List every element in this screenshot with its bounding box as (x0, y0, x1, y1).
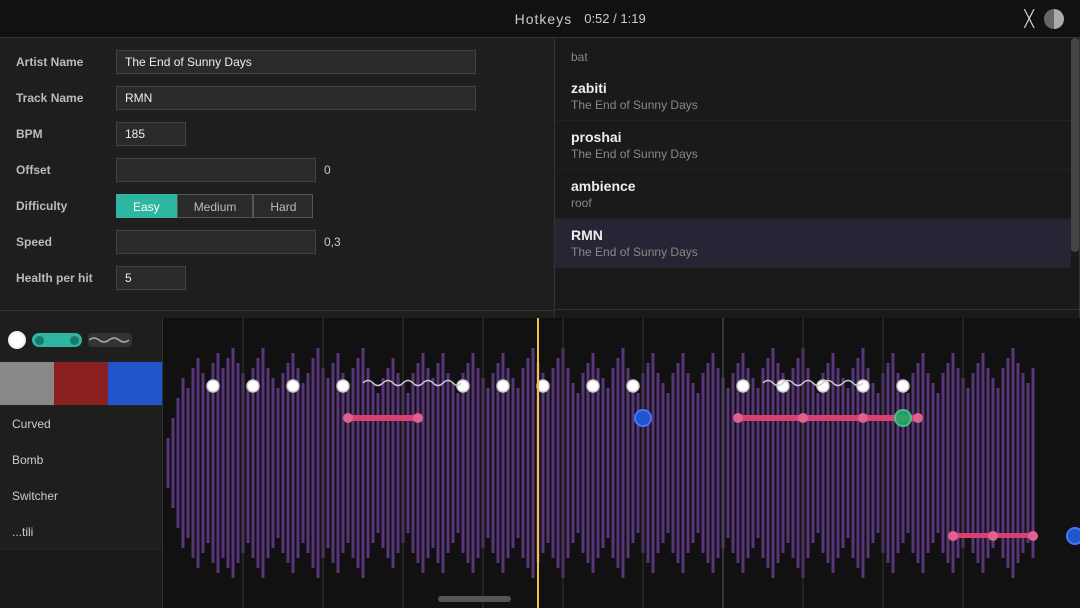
track-item-ambience[interactable]: ambience roof (555, 170, 1079, 219)
speed-input[interactable] (116, 230, 316, 254)
difficulty-hard-button[interactable]: Hard (253, 194, 313, 218)
track-artist-zabiti: The End of Sunny Days (571, 98, 1063, 112)
track-artist-ambience: roof (571, 196, 1063, 210)
editor-section: Curved Bomb Switcher ...tili // This is … (0, 318, 1080, 608)
track-list: bat zabiti The End of Sunny Days proshai… (555, 38, 1079, 309)
track-title-proshai: proshai (571, 129, 1063, 145)
right-panel: bat zabiti The End of Sunny Days proshai… (555, 38, 1080, 356)
track-item-rmn[interactable]: RMN The End of Sunny Days (555, 219, 1079, 268)
offset-value: 0 (324, 163, 331, 177)
offset-row: Offset 0 (16, 156, 538, 184)
fork-icon[interactable]: ╳ (1024, 9, 1034, 29)
color-blue-swatch[interactable] (108, 362, 162, 405)
artist-name-row: Artist Name (16, 48, 538, 76)
track-name-bat: bat (571, 50, 588, 64)
wave-note-icon[interactable] (88, 333, 132, 347)
top-bar-icons: ╳ (1024, 9, 1064, 29)
track-name-input[interactable] (116, 86, 476, 110)
half-circle-icon[interactable] (1044, 9, 1064, 29)
scrollbar-thumb (1071, 38, 1079, 252)
track-title-zabiti: zabiti (571, 80, 1063, 96)
bpm-input[interactable] (116, 122, 186, 146)
health-row: Health per hit (16, 264, 538, 292)
track-artist-proshai: The End of Sunny Days (571, 147, 1063, 161)
artist-name-input[interactable] (116, 50, 476, 74)
color-swatches-row (0, 362, 162, 406)
hold-note-icon[interactable] (32, 333, 82, 347)
waveform-area[interactable]: // This is inline, won't execute in SVG … (163, 318, 1080, 608)
waveform-svg: // This is inline, won't execute in SVG … (163, 318, 1080, 608)
editor-sidebar: Curved Bomb Switcher ...tili (0, 318, 163, 608)
health-input[interactable] (116, 266, 186, 290)
note-icons-row (0, 318, 162, 362)
track-name-label: Track Name (16, 91, 116, 105)
track-item-zabiti[interactable]: zabiti The End of Sunny Days (555, 72, 1079, 121)
difficulty-group: Easy Medium Hard (116, 194, 313, 218)
speed-label: Speed (16, 235, 116, 249)
time-display: 0:52 / 1:19 (584, 11, 645, 26)
top-bar: Hotkeys 0:52 / 1:19 ╳ (0, 0, 1080, 38)
bpm-row: BPM (16, 120, 538, 148)
health-label: Health per hit (16, 271, 116, 285)
bpm-label: BPM (16, 127, 116, 141)
tili-button[interactable]: ...tili (0, 514, 162, 550)
difficulty-medium-button[interactable]: Medium (177, 194, 254, 218)
main-content: Artist Name Track Name BPM Offset 0 Diff… (0, 38, 1080, 356)
track-artist-rmn: The End of Sunny Days (571, 245, 1063, 259)
track-name-row: Track Name (16, 84, 538, 112)
artist-name-label: Artist Name (16, 55, 116, 69)
top-bar-center: Hotkeys 0:52 / 1:19 (515, 11, 646, 27)
difficulty-easy-button[interactable]: Easy (116, 194, 177, 218)
color-gray-swatch[interactable] (0, 362, 54, 405)
track-item-proshai[interactable]: proshai The End of Sunny Days (555, 121, 1079, 170)
form-area: Artist Name Track Name BPM Offset 0 Diff… (0, 38, 554, 310)
offset-input[interactable] (116, 158, 316, 182)
left-panel: Artist Name Track Name BPM Offset 0 Diff… (0, 38, 555, 356)
difficulty-label: Difficulty (16, 199, 116, 213)
track-item-bat[interactable]: bat (555, 42, 1079, 72)
offset-label: Offset (16, 163, 116, 177)
switcher-button[interactable]: Switcher (0, 478, 162, 514)
color-red-swatch[interactable] (54, 362, 108, 405)
note-circle-1 (207, 380, 219, 392)
bomb-button[interactable]: Bomb (0, 442, 162, 478)
curved-button[interactable]: Curved (0, 406, 162, 442)
track-title-ambience: ambience (571, 178, 1063, 194)
track-title-rmn: RMN (571, 227, 1063, 243)
app-title: Hotkeys (515, 11, 573, 27)
speed-value: 0,3 (324, 235, 341, 249)
right-scrollbar[interactable] (1071, 38, 1079, 306)
difficulty-row: Difficulty Easy Medium Hard (16, 192, 538, 220)
circle-note-icon[interactable] (8, 331, 26, 349)
horizontal-scrollbar-thumb[interactable] (438, 596, 511, 602)
speed-row: Speed 0,3 (16, 228, 538, 256)
